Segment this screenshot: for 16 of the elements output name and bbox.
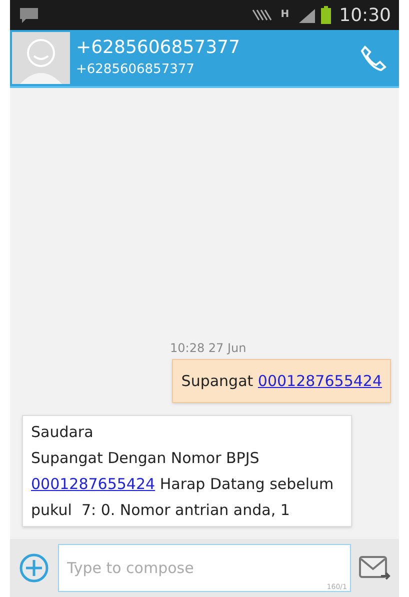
phone-icon[interactable] [359, 44, 387, 72]
avatar-icon [12, 32, 70, 84]
number-link[interactable]: 0001287655424 [31, 475, 156, 493]
signal-strength-icon [297, 7, 318, 23]
message-timestamp: 10:28 27 Jun [170, 340, 246, 357]
contact-number: +6285606857377 [76, 60, 196, 78]
network-type: H [280, 10, 290, 20]
clock: 10:30 [339, 4, 391, 28]
battery-icon [321, 6, 332, 24]
message-text: Saudara Supangat Dengan Nomor BPJS 0001287655424 Harap Datang sebelum pukul 7: 0. Nomor antrian anda, 1 [22, 415, 352, 527]
add-icon[interactable] [18, 552, 50, 584]
signal-icon [250, 8, 273, 22]
chat-icon [18, 6, 40, 24]
number-link[interactable]: 0001287655424 [258, 372, 382, 390]
contact-name: +6285606857377 [76, 37, 241, 60]
message-text: Supangat 0001287655424 [172, 359, 391, 403]
